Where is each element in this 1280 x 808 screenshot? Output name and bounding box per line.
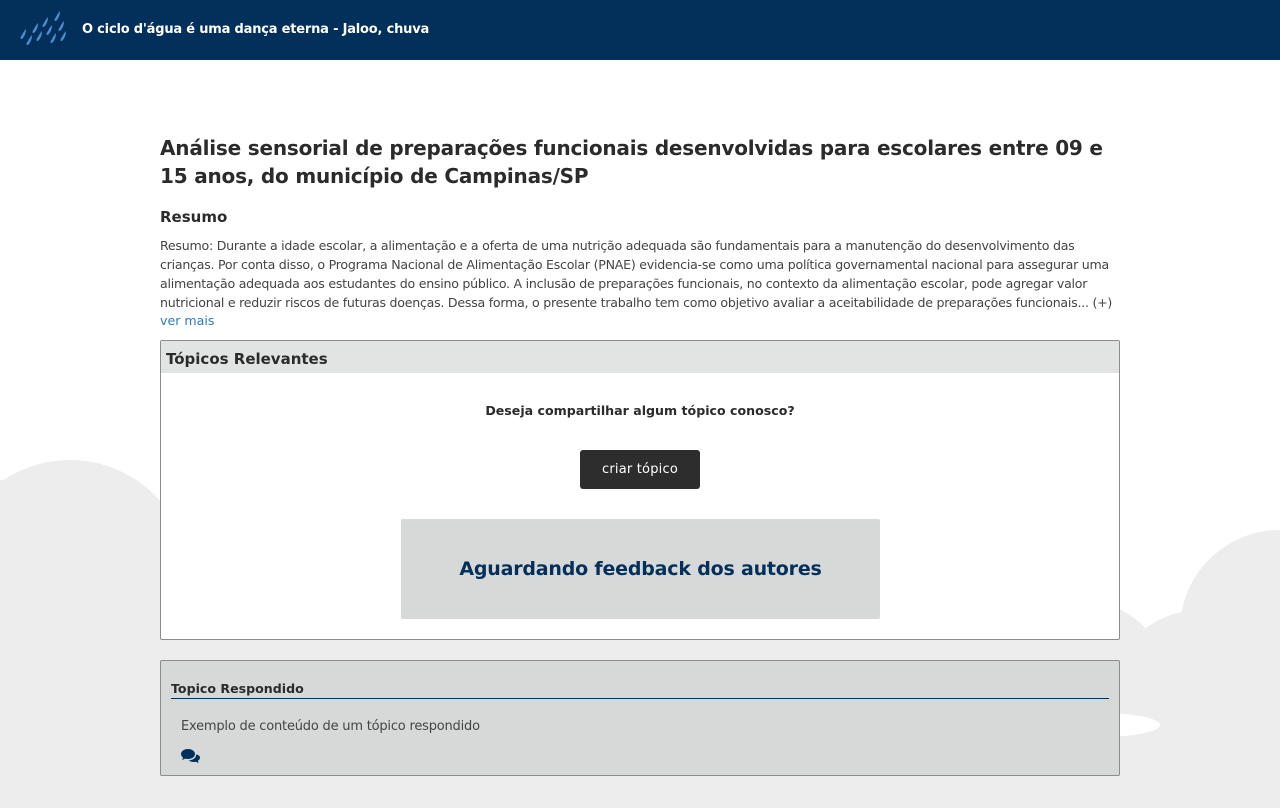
- topics-header: Tópicos Relevantes: [161, 341, 1119, 373]
- see-more-link[interactable]: ver mais: [160, 313, 214, 328]
- abstract-text: Resumo: Durante a idade escolar, a alime…: [160, 238, 1113, 310]
- feedback-status-box: Aguardando feedback dos autores: [401, 519, 880, 619]
- answered-topic-title: Topico Respondido: [171, 681, 1109, 699]
- topics-panel: Tópicos Relevantes Deseja compartilhar a…: [160, 340, 1120, 640]
- rain-drops-icon[interactable]: [14, 11, 68, 49]
- abstract-heading: Resumo: [160, 208, 228, 226]
- share-topic-question: Deseja compartilhar algum tópico conosco…: [485, 403, 795, 418]
- site-title: O ciclo d'água é uma dança eterna - Jalo…: [82, 22, 430, 37]
- feedback-status-text: Aguardando feedback dos autores: [459, 558, 822, 580]
- answered-topic-content: Exemplo de conteúdo de um tópico respond…: [181, 719, 480, 734]
- top-bar: O ciclo d'água é uma dança eterna - Jalo…: [0, 0, 1280, 60]
- article-title: Análise sensorial de preparações funcion…: [160, 136, 1103, 188]
- comments-icon[interactable]: [181, 748, 200, 764]
- create-topic-button[interactable]: criar tópico: [580, 450, 700, 489]
- answered-topic-panel: Topico Respondido Exemplo de conteúdo de…: [160, 660, 1120, 776]
